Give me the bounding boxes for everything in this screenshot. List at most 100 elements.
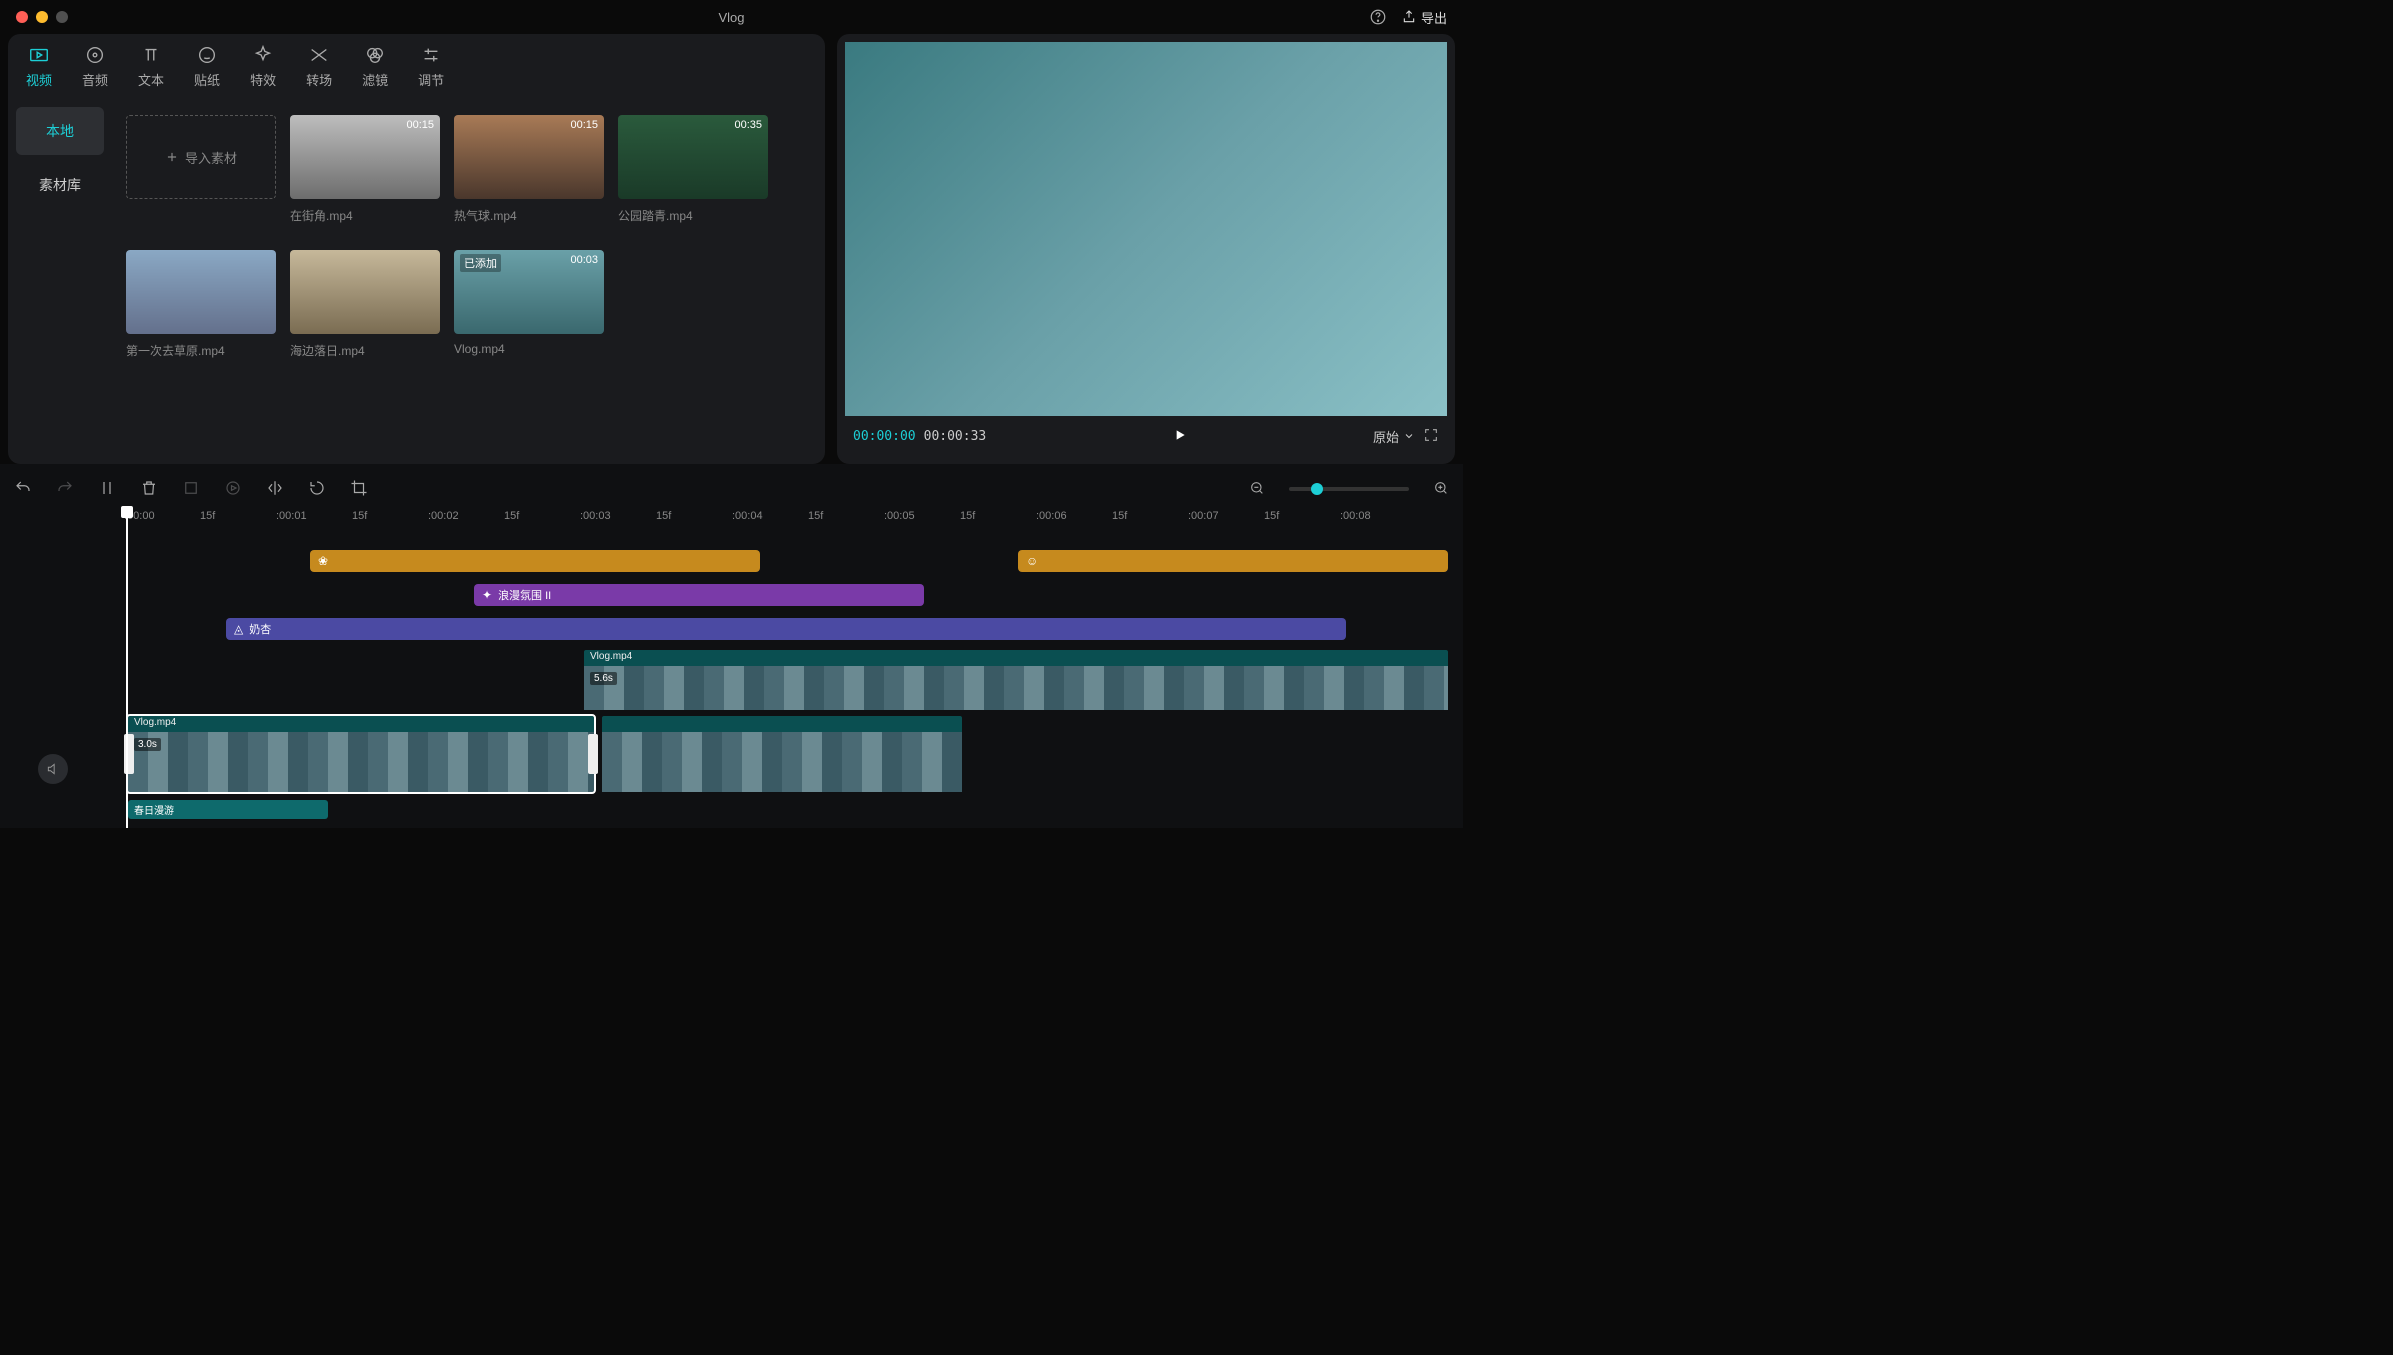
ruler-tick: :00:04: [732, 510, 763, 522]
ruler-tick: 15f: [808, 510, 823, 522]
delete-button[interactable]: [140, 479, 158, 500]
sticker-clip-1[interactable]: ❀: [310, 550, 760, 572]
duration-badge: 00:15: [406, 119, 434, 131]
added-badge: 已添加: [460, 254, 501, 272]
timecode-current: 00:00:00: [853, 429, 916, 444]
video-clip-upper-name: Vlog.mp4: [584, 650, 1448, 666]
media-thumbnail[interactable]: [290, 250, 440, 334]
crop-button[interactable]: [182, 479, 200, 500]
ruler-tick: :00:06: [1036, 510, 1067, 522]
chevron-down-icon: [1403, 430, 1415, 442]
fullscreen-button[interactable]: [1423, 427, 1439, 446]
split-button[interactable]: [98, 479, 116, 500]
video-icon: [28, 44, 50, 66]
preview-viewport[interactable]: [845, 42, 1447, 416]
tab-audio[interactable]: 音频: [82, 44, 108, 89]
video-clip-upper[interactable]: Vlog.mp4 5.6s: [584, 650, 1448, 710]
video-clip-upper-duration: 5.6s: [590, 672, 617, 685]
filter-icon: [364, 44, 386, 66]
media-thumbnail[interactable]: [126, 250, 276, 334]
video-clip-lower-selected[interactable]: Vlog.mp4 3.0s: [128, 716, 594, 792]
video-clip-lower-2-head: [602, 716, 962, 732]
tab-text[interactable]: 文本: [138, 44, 164, 89]
effect-icon: [252, 44, 274, 66]
text-icon: [140, 44, 162, 66]
crop-ratio-button[interactable]: [350, 479, 368, 500]
ruler-tick: 15f: [504, 510, 519, 522]
audio-clip[interactable]: 春日漫游: [128, 800, 328, 819]
record-button[interactable]: [224, 479, 242, 500]
ruler-tick: 15f: [352, 510, 367, 522]
filter-clip[interactable]: ◬ 奶杏: [226, 618, 1346, 640]
import-label: 导入素材: [185, 148, 237, 167]
media-thumbnail[interactable]: 00:15: [290, 115, 440, 199]
help-icon[interactable]: [1369, 8, 1387, 26]
import-media-button[interactable]: 导入素材: [126, 115, 276, 199]
export-button[interactable]: 导出: [1401, 8, 1447, 27]
preview-frame: [845, 42, 1447, 416]
tab-transition[interactable]: 转场: [306, 44, 332, 89]
duration-badge: 00:03: [570, 254, 598, 266]
face-icon: ☺: [1026, 554, 1038, 568]
tab-label: 滤镜: [362, 70, 388, 89]
ruler-tick: 15f: [200, 510, 215, 522]
zoom-in-button[interactable]: [1433, 480, 1449, 499]
redo-button[interactable]: [56, 479, 74, 500]
window-maximize-button[interactable]: [56, 11, 68, 23]
tab-filter[interactable]: 滤镜: [362, 44, 388, 89]
media-thumbnail[interactable]: 00:35: [618, 115, 768, 199]
zoom-slider-handle[interactable]: [1311, 483, 1323, 495]
ruler-tick: :00:07: [1188, 510, 1219, 522]
window-close-button[interactable]: [16, 11, 28, 23]
media-filename: 第一次去草原.mp4: [126, 342, 276, 359]
aspect-ratio-select[interactable]: 原始: [1373, 427, 1415, 446]
adjust-icon: [420, 44, 442, 66]
sidebar-tab-library[interactable]: 素材库: [16, 161, 104, 209]
filter-clip-label: 奶杏: [249, 621, 271, 637]
effect-clip[interactable]: ✦ 浪漫氛围 II: [474, 584, 924, 606]
zoom-slider[interactable]: [1289, 487, 1409, 491]
media-filename: 公园踏青.mp4: [618, 207, 768, 224]
video-clip-lower-2-thumbnails: [602, 732, 962, 792]
tab-adjust[interactable]: 调节: [418, 44, 444, 89]
sticker-clip-2[interactable]: ☺: [1018, 550, 1448, 572]
tab-label: 调节: [418, 70, 444, 89]
project-title: Vlog: [718, 10, 744, 25]
mute-track-button[interactable]: [38, 754, 68, 784]
trim-handle-right[interactable]: [588, 734, 598, 774]
window-minimize-button[interactable]: [36, 11, 48, 23]
timecode-total: 00:00:33: [924, 429, 987, 444]
video-clip-lower-name: Vlog.mp4: [128, 716, 594, 732]
sidebar-tab-local[interactable]: 本地: [16, 107, 104, 155]
media-filename: 在街角.mp4: [290, 207, 440, 224]
zoom-out-button[interactable]: [1249, 480, 1265, 499]
playhead[interactable]: [126, 508, 128, 828]
undo-button[interactable]: [14, 479, 32, 500]
ruler-tick: :00:08: [1340, 510, 1371, 522]
video-clip-lower-2[interactable]: [602, 716, 962, 792]
effect-clip-label: 浪漫氛围 II: [498, 587, 551, 603]
ruler-tick: :00:01: [276, 510, 307, 522]
ruler-tick: :00:05: [884, 510, 915, 522]
tab-label: 转场: [306, 70, 332, 89]
play-button[interactable]: [1172, 427, 1188, 446]
sticker-icon: [196, 44, 218, 66]
tab-sticker[interactable]: 贴纸: [194, 44, 220, 89]
media-thumbnail[interactable]: 已添加 00:03: [454, 250, 604, 334]
tab-label: 文本: [138, 70, 164, 89]
video-clip-lower-thumbnails: [128, 732, 594, 792]
tab-effect[interactable]: 特效: [250, 44, 276, 89]
rotate-button[interactable]: [308, 479, 326, 500]
duration-badge: 00:35: [734, 119, 762, 131]
filter-icon: ◬: [234, 622, 243, 636]
aspect-ratio-label: 原始: [1373, 427, 1399, 446]
media-thumbnail[interactable]: 00:15: [454, 115, 604, 199]
tab-video[interactable]: 视频: [26, 44, 52, 89]
mirror-button[interactable]: [266, 479, 284, 500]
export-label: 导出: [1421, 8, 1447, 27]
tab-label: 音频: [82, 70, 108, 89]
ruler-tick: 15f: [960, 510, 975, 522]
ruler-tick: 15f: [656, 510, 671, 522]
ruler-tick: :00:02: [428, 510, 459, 522]
audio-clip-label: 春日漫游: [134, 806, 174, 817]
